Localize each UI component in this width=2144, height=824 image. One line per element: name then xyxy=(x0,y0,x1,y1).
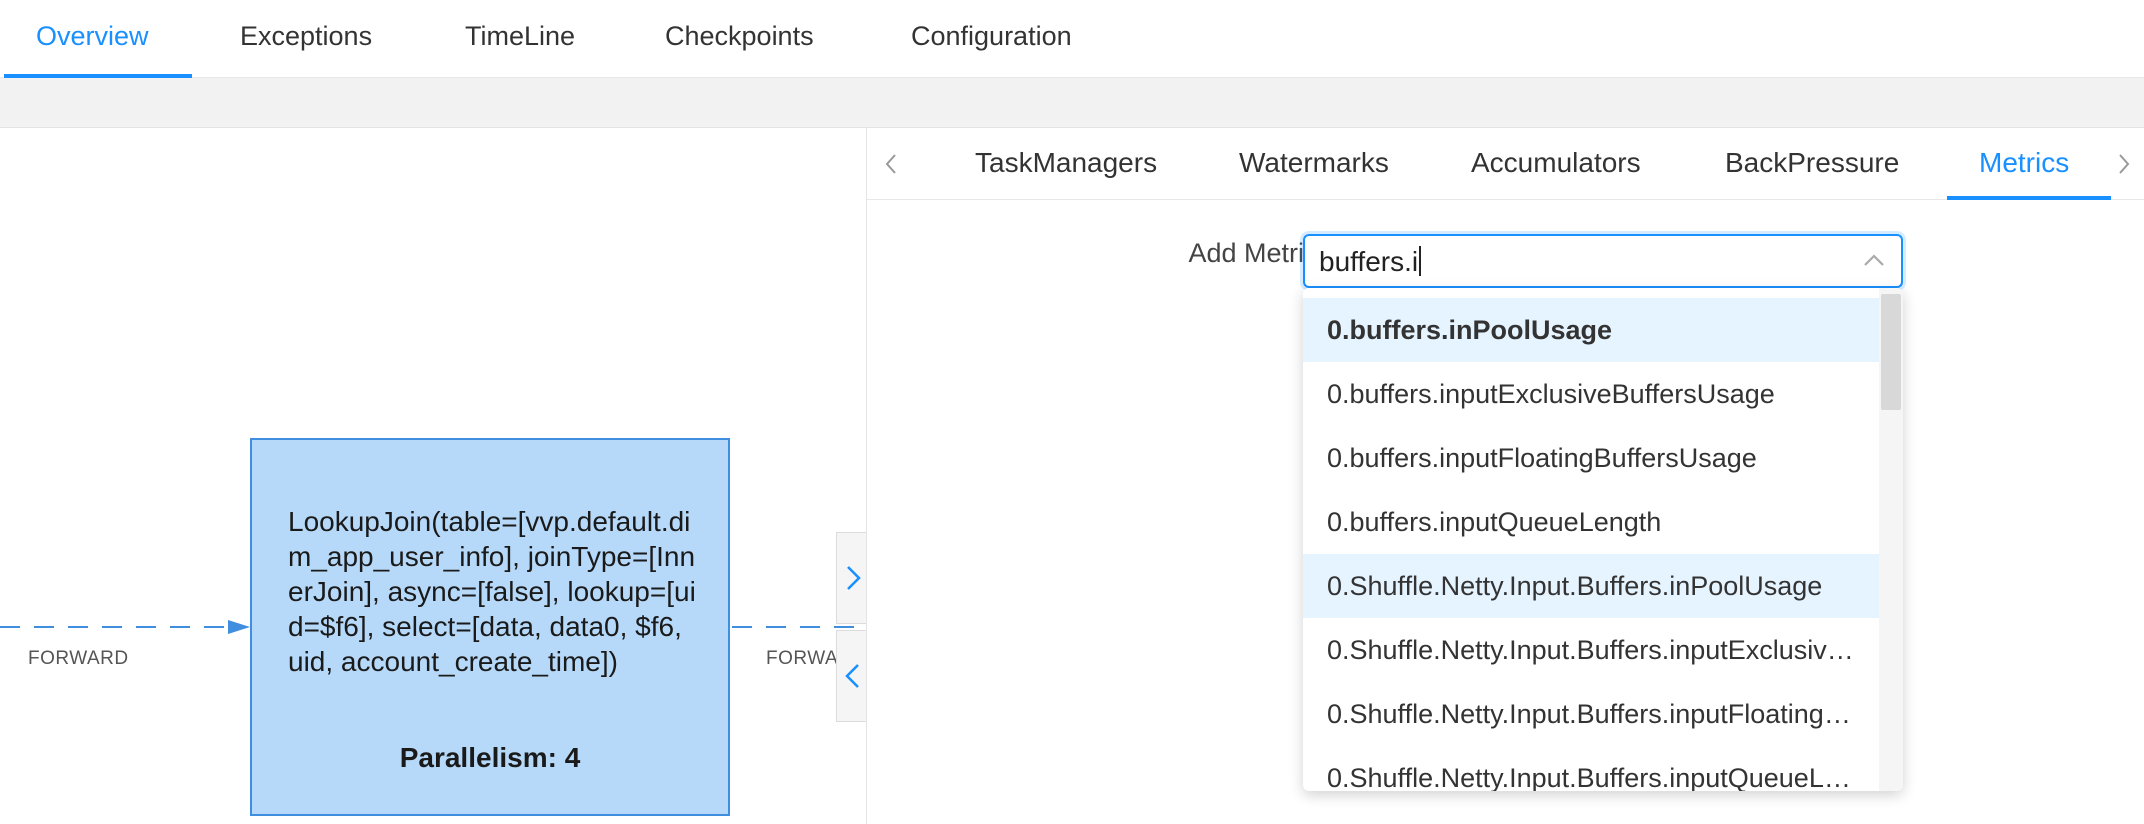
job-tabs-bar: Overview Exceptions TimeLine Checkpoints… xyxy=(0,0,2144,78)
active-subtab-indicator xyxy=(1947,196,2111,200)
tab-timeline[interactable]: TimeLine xyxy=(465,0,575,78)
tab-taskmanagers[interactable]: TaskManagers xyxy=(975,128,1157,200)
metric-option[interactable]: 0.buffers.inPoolUsage xyxy=(1303,298,1879,362)
chevron-left-icon xyxy=(885,154,896,174)
metric-options-dropdown: 0.buffers.inPoolUsage 0.buffers.inputExc… xyxy=(1303,288,1903,791)
edge-label-forward-in: FORWARD xyxy=(28,648,129,669)
tab-overview[interactable]: Overview xyxy=(36,0,149,78)
metric-option[interactable]: 0.buffers.inputExclusiveBuffersUsage xyxy=(1303,362,1879,426)
toolbar-strip xyxy=(0,78,2144,128)
text-caret xyxy=(1419,246,1422,276)
operator-parallelism: Parallelism: 4 xyxy=(399,742,581,773)
metric-option[interactable]: 0.Shuffle.Netty.Input.Buffers.inputFloat… xyxy=(1303,682,1879,746)
tabs-scroll-left-button[interactable] xyxy=(871,128,911,200)
metric-option[interactable]: 0.Shuffle.Netty.Input.Buffers.inPoolUsag… xyxy=(1303,554,1879,618)
tab-checkpoints[interactable]: Checkpoints xyxy=(665,0,814,78)
vertex-tabs-bar: TaskManagers Watermarks Accumulators Bac… xyxy=(867,128,2144,200)
operator-description: LookupJoin(table=[vvp.default.dim_app_us… xyxy=(288,506,696,677)
edge-label-forward-out: FORWA xyxy=(766,648,839,669)
metric-option[interactable]: 0.buffers.inputQueueLength xyxy=(1303,490,1879,554)
chevron-right-icon xyxy=(846,566,861,590)
metric-input-value: buffers.i xyxy=(1319,246,1419,277)
tab-watermarks[interactable]: Watermarks xyxy=(1239,128,1389,200)
metric-search-input[interactable]: buffers.i xyxy=(1303,234,1903,288)
tabs-scroll-right-button[interactable] xyxy=(2117,128,2144,200)
job-graph-panel[interactable]: FORWARD FORWA LookupJoin(table=[vvp.defa… xyxy=(0,128,866,824)
tab-exceptions[interactable]: Exceptions xyxy=(240,0,372,78)
chevron-left-icon xyxy=(844,664,859,688)
operator-node[interactable]: LookupJoin(table=[vvp.default.dim_app_us… xyxy=(250,438,730,816)
edge-in-arrowhead xyxy=(228,620,250,634)
chevron-right-icon xyxy=(2119,154,2130,174)
add-metric-label: Add Metric: xyxy=(1188,238,1325,268)
vertex-detail-panel: TaskManagers Watermarks Accumulators Bac… xyxy=(866,128,2144,824)
metric-option[interactable]: 0.Shuffle.Netty.Input.Buffers.inputQueue… xyxy=(1303,746,1879,791)
chevron-up-icon[interactable] xyxy=(1861,250,1887,272)
tab-metrics[interactable]: Metrics xyxy=(1979,128,2069,200)
dropdown-scrollbar-thumb[interactable] xyxy=(1881,294,1901,410)
collapse-panel-button[interactable] xyxy=(836,630,866,722)
dropdown-scrollbar[interactable] xyxy=(1879,288,1903,791)
tab-backpressure[interactable]: BackPressure xyxy=(1725,128,1899,200)
expand-panel-button[interactable] xyxy=(836,532,866,624)
tab-accumulators[interactable]: Accumulators xyxy=(1471,128,1641,200)
tab-configuration[interactable]: Configuration xyxy=(911,0,1072,78)
metric-option[interactable]: 0.buffers.inputFloatingBuffersUsage xyxy=(1303,426,1879,490)
metric-option[interactable]: 0.Shuffle.Netty.Input.Buffers.inputExclu… xyxy=(1303,618,1879,682)
